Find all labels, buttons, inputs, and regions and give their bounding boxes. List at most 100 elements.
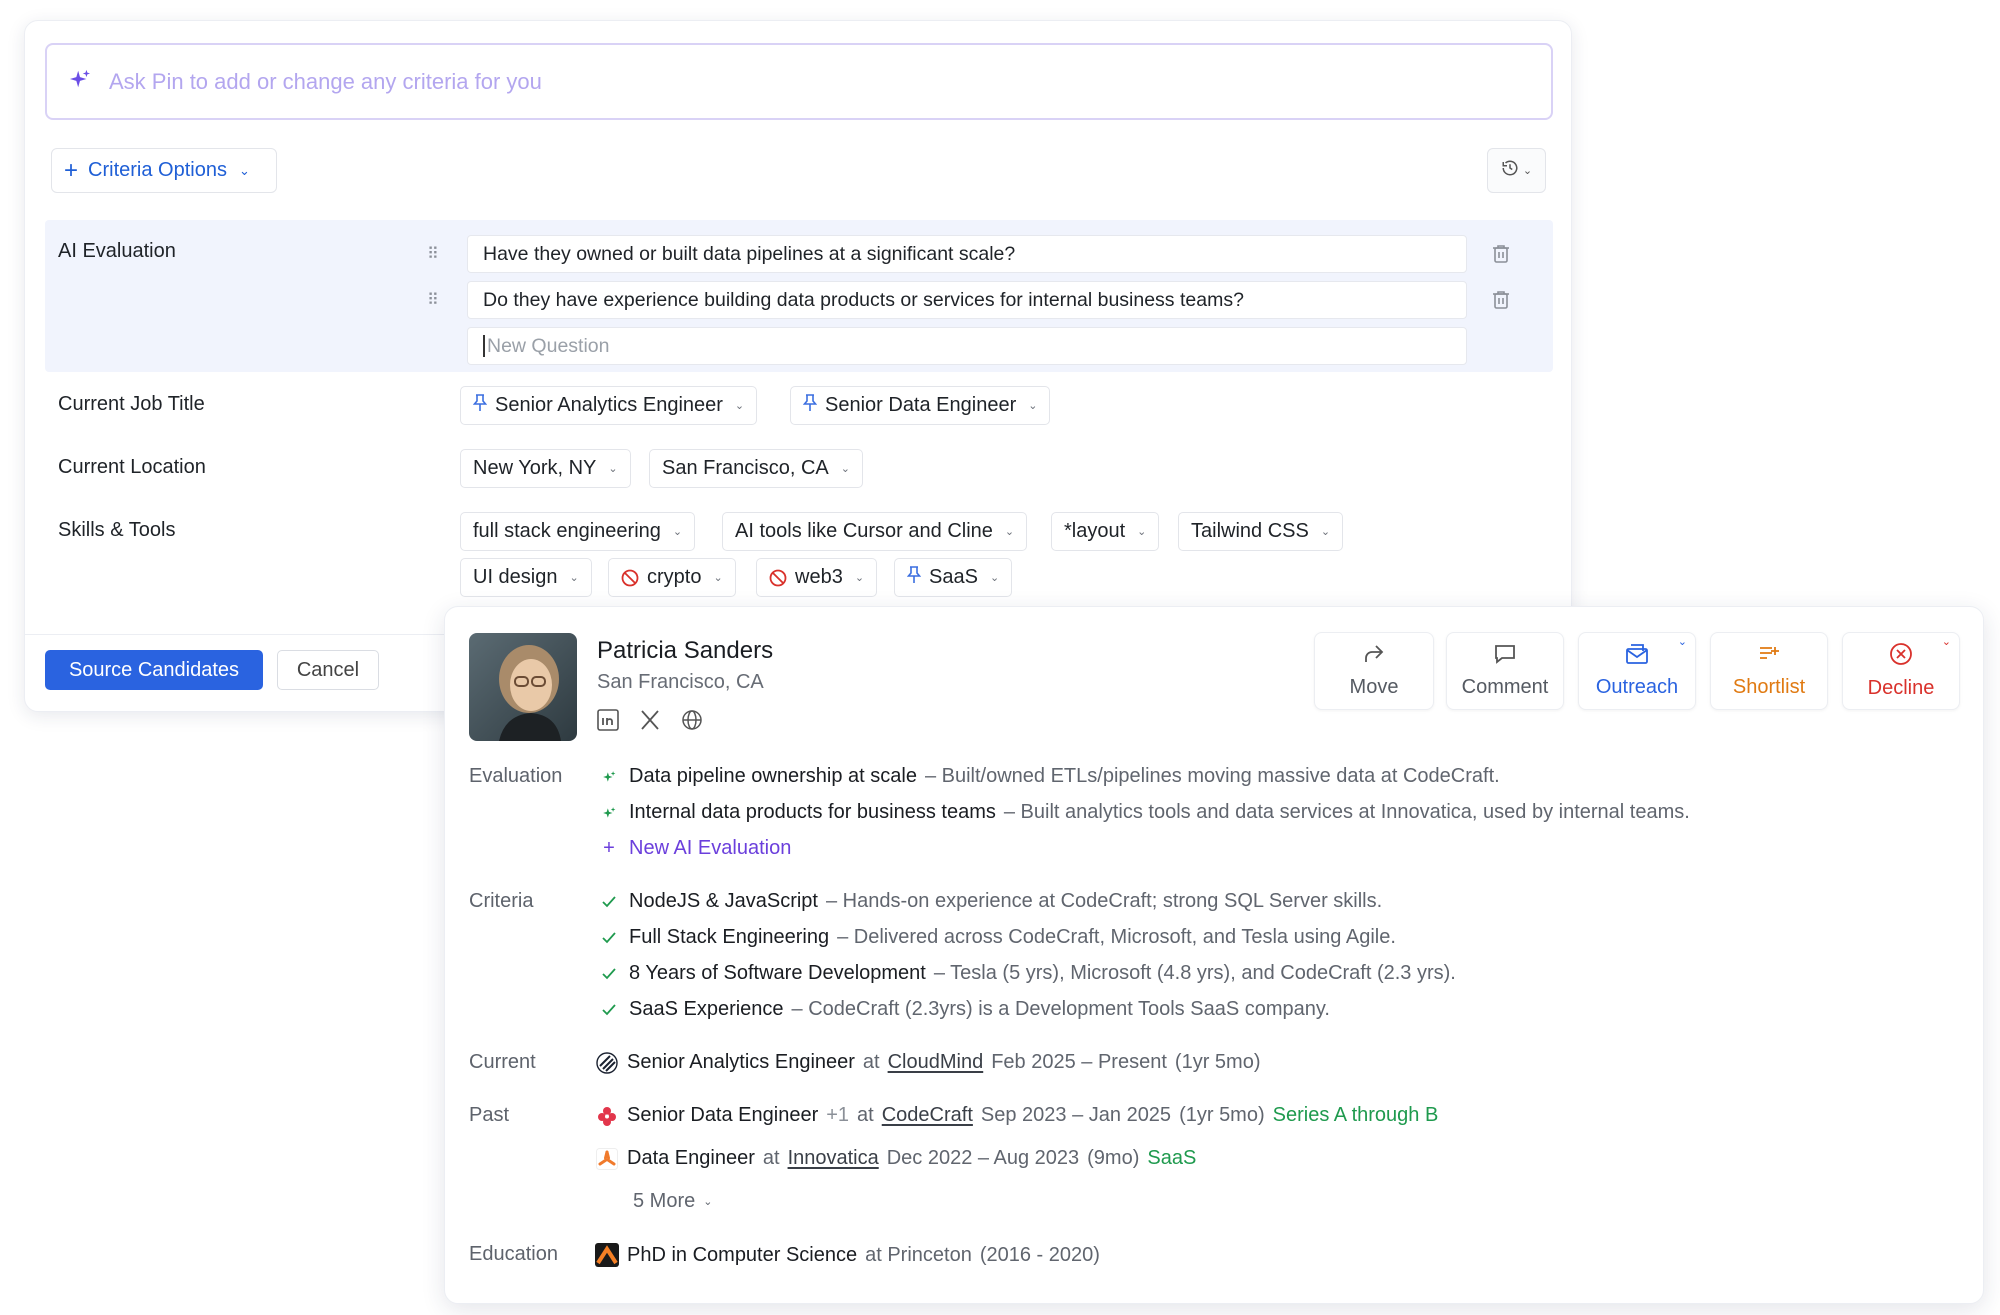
chevron-down-icon: ⌄ [1028,400,1038,412]
candidate-name: Patricia Sanders [597,637,774,664]
shortlist-label: Shortlist [1732,676,1806,698]
past-job: Data Engineer at Innovatica Dec 2022 – A… [595,1147,1196,1170]
globe-icon[interactable] [681,709,703,731]
chip-label: Senior Data Engineer [825,394,1017,416]
past-title: Data Engineer [627,1147,755,1169]
evaluation-title: Internal data products for business team… [629,801,996,823]
linkedin-icon[interactable] [597,709,619,731]
criteria-title: SaaS Experience [629,998,784,1020]
job-title-chip[interactable]: Senior Data Engineer ⌄ [790,386,1051,425]
innovatica-logo-icon [595,1147,619,1170]
social-links [597,709,703,731]
new-ai-evaluation-link[interactable]: + New AI Evaluation [597,837,791,860]
job-title-label: Current Job Title [58,393,205,415]
chip-label: Tailwind CSS [1191,520,1309,542]
chevron-down-icon: ⌄ [989,572,1000,584]
skill-chip[interactable]: full stack engineering ⌄ [460,512,696,551]
cancel-button[interactable]: Cancel [277,650,379,690]
comment-icon [1493,643,1517,670]
job-duration: (1yr 5mo) [1179,1104,1265,1126]
chevron-down-icon: ⌄ [238,162,250,178]
move-button[interactable]: Move [1314,632,1434,710]
ask-pin-input[interactable] [109,68,1509,95]
trash-icon[interactable] [1492,244,1510,269]
skill-chip-excluded[interactable]: crypto ⌄ [608,558,736,597]
ask-pin-bar[interactable] [45,43,1553,120]
skill-chip-excluded[interactable]: web3 ⌄ [756,558,878,597]
location-chip[interactable]: San Francisco, CA ⌄ [649,449,863,488]
past-job: Senior Data Engineer +1 at CodeCraft Sep… [595,1104,1438,1127]
decline-button[interactable]: ⌄ Decline [1842,632,1960,710]
chip-label: UI design [473,566,558,588]
chip-label: Senior Analytics Engineer [495,394,723,416]
chip-label: New York, NY [473,457,597,479]
more-jobs-toggle[interactable]: 5 More ⌄ [633,1190,712,1213]
education-years: (2016 - 2020) [979,1243,1100,1266]
criteria-desc: – Tesla (5 yrs), Microsoft (4.8 yrs), an… [933,962,1456,984]
sparkle-icon [69,68,99,96]
chevron-down-icon: ⌄ [608,463,618,475]
education-school: at Princeton [865,1243,972,1266]
skill-chip[interactable]: UI design ⌄ [460,558,592,597]
skill-chip[interactable]: AI tools like Cursor and Cline ⌄ [722,512,1028,551]
chevron-down-icon[interactable]: ⌄ [1942,635,1951,648]
skill-chip[interactable]: Tailwind CSS ⌄ [1178,512,1344,551]
education-degree: PhD in Computer Science [627,1243,858,1266]
criteria-title: 8 Years of Software Development [629,962,926,984]
pin-icon [802,394,818,417]
outreach-button[interactable]: ⌄ Outreach [1578,632,1696,710]
criteria-desc: – Delivered across CodeCraft, Microsoft,… [837,926,1396,948]
trash-icon[interactable] [1492,290,1510,315]
criteria-options-button[interactable]: + Criteria Options ⌄ [51,148,277,193]
ai-sparkle-icon [597,770,621,784]
drag-handle-icon[interactable]: ⠿ [427,244,439,264]
company-tag: Series A through B [1272,1104,1439,1126]
pin-icon [906,566,922,589]
check-icon [597,931,621,945]
shortlist-button[interactable]: Shortlist [1710,632,1828,710]
job-title-chip[interactable]: Senior Analytics Engineer ⌄ [460,386,758,425]
question-field[interactable]: Do they have experience building data pr… [467,281,1467,319]
company-link[interactable]: CloudMind [888,1051,984,1074]
company-link[interactable]: Innovatica [788,1147,879,1170]
past-label: Past [469,1104,510,1126]
criteria-desc: – Hands-on experience at CodeCraft; stro… [825,890,1383,912]
job-dates: Feb 2025 – Present [991,1051,1167,1073]
pin-icon [472,394,488,417]
chevron-down-icon: ⌄ [1522,165,1533,177]
question-field[interactable]: Have they owned or built data pipelines … [467,235,1467,273]
chevron-down-icon: ⌄ [734,400,745,412]
at-text: at [862,1051,880,1073]
criteria-title: NodeJS & JavaScript [629,890,818,912]
chip-label: AI tools like Cursor and Cline [735,520,993,542]
cloudmind-logo-icon [595,1051,619,1074]
question-row: ⠿ Have they owned or built data pipeline… [427,235,1527,273]
plus-icon: + [603,837,615,859]
new-question-field[interactable]: New Question [467,327,1467,365]
comment-label: Comment [1461,676,1549,698]
at-text: at [762,1147,780,1169]
source-candidates-button[interactable]: Source Candidates [45,650,263,690]
chevron-down-icon: ⌄ [1004,526,1015,538]
criteria-title: Full Stack Engineering [629,926,830,948]
current-label: Current [469,1051,536,1073]
codecraft-logo-icon [595,1105,619,1127]
comment-button[interactable]: Comment [1446,632,1564,710]
drag-handle-icon[interactable]: ⠿ [427,290,439,310]
check-icon [597,1003,621,1017]
history-button[interactable]: ⌄ [1487,148,1546,193]
skill-chip[interactable]: *layout ⌄ [1051,512,1160,551]
past-extra-count[interactable]: +1 [826,1104,849,1127]
at-text: at [857,1104,874,1126]
company-link[interactable]: CodeCraft [882,1104,973,1127]
ai-sparkle-icon [597,806,621,820]
education-item: PhD in Computer Science at Princeton (20… [595,1243,1100,1267]
x-twitter-icon[interactable] [639,709,661,731]
chevron-down-icon[interactable]: ⌄ [1678,635,1687,648]
close-circle-icon [1889,642,1913,671]
location-label: Current Location [58,456,206,478]
skill-chip[interactable]: SaaS ⌄ [894,558,1013,597]
criteria-item: NodeJS & JavaScript – Hands-on experienc… [597,890,1382,913]
avatar[interactable] [469,633,577,741]
location-chip[interactable]: New York, NY ⌄ [460,449,631,488]
